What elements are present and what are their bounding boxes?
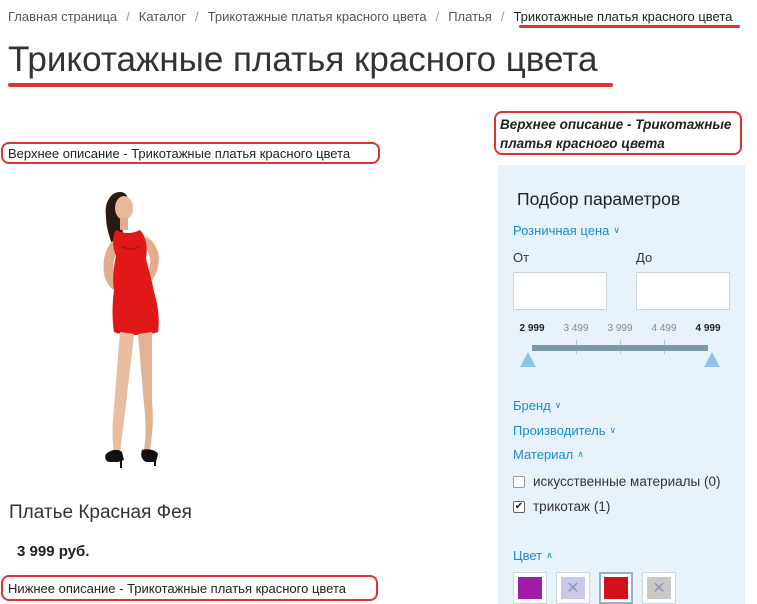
checkbox-checked[interactable]: ✔ bbox=[513, 500, 525, 513]
color-swatch-purple[interactable] bbox=[513, 572, 547, 604]
top-description-left-text: Верхнее описание - Трикотажные платья кр… bbox=[8, 145, 351, 161]
filter-section-label: Производитель bbox=[513, 423, 606, 438]
price-scale-tick: 3 499 bbox=[563, 323, 589, 334]
filter-section-manufacturer[interactable]: Производитель ∨ bbox=[513, 423, 616, 438]
chevron-up-icon: ∧ bbox=[577, 449, 584, 459]
price-from-label: От bbox=[513, 250, 530, 265]
page-title: Трикотажные платья красного цвета bbox=[8, 40, 598, 79]
material-option-label: трикотаж (1) bbox=[533, 499, 611, 514]
filter-section-label: Цвет bbox=[513, 548, 543, 563]
filter-section-brand[interactable]: Бренд ∨ bbox=[513, 398, 561, 413]
price-scale-tick: 4 999 bbox=[695, 323, 721, 334]
breadcrumb-item-home[interactable]: Главная страница bbox=[8, 9, 117, 24]
price-scale: 2 999 3 499 3 999 4 499 4 999 bbox=[498, 323, 745, 337]
chevron-down-icon: ∨ bbox=[554, 400, 562, 410]
breadcrumb-separator: / bbox=[195, 8, 199, 24]
material-option-artificial[interactable]: искусственные материалы (0) bbox=[513, 474, 720, 489]
material-option-knit[interactable]: ✔ трикотаж (1) bbox=[513, 499, 610, 514]
close-icon: ✕ bbox=[561, 577, 585, 599]
color-swatch-lavender-disabled: ✕ bbox=[556, 572, 590, 604]
breadcrumb-item-dresses[interactable]: Платья bbox=[448, 9, 492, 24]
price-slider-track[interactable] bbox=[532, 345, 708, 351]
filter-section-label: Бренд bbox=[513, 398, 551, 413]
product-name[interactable]: Платье Красная Фея bbox=[9, 502, 192, 524]
filter-section-material[interactable]: Материал ∧ bbox=[513, 447, 584, 462]
top-description-left: Верхнее описание - Трикотажные платья кр… bbox=[1, 142, 380, 164]
price-from-input[interactable] bbox=[513, 272, 607, 310]
color-swatch-red-selected[interactable] bbox=[599, 572, 633, 604]
price-scale-tick: 2 999 bbox=[519, 323, 545, 334]
filter-section-color[interactable]: Цвет ∧ bbox=[513, 548, 553, 563]
filter-panel: Подбор параметров Розничная цена ∨ От До… bbox=[498, 165, 745, 604]
price-to-label: До bbox=[636, 250, 653, 265]
price-to-input[interactable] bbox=[636, 272, 730, 310]
price-slider-max-handle[interactable] bbox=[704, 352, 720, 367]
breadcrumb-item-catalog[interactable]: Каталог bbox=[139, 9, 186, 24]
breadcrumb: Главная страница / Каталог / Трикотажные… bbox=[8, 7, 732, 25]
price-scale-tick: 3 999 bbox=[607, 323, 633, 334]
breadcrumb-separator: / bbox=[435, 8, 440, 24]
price-scale-tick: 4 499 bbox=[651, 323, 677, 334]
color-swatch-fill bbox=[604, 577, 628, 599]
color-swatch-fill bbox=[518, 577, 542, 599]
breadcrumb-highlight-underline bbox=[519, 25, 740, 28]
chevron-up-icon: ∧ bbox=[546, 550, 553, 560]
top-description-right-text: Верхнее описание - Трикотажные платья кр… bbox=[500, 117, 732, 151]
top-description-right: Верхнее описание - Трикотажные платья кр… bbox=[494, 111, 742, 155]
filter-section-label: Розничная цена bbox=[513, 223, 610, 238]
product-price: 3 999 руб. bbox=[17, 543, 90, 560]
material-option-label: искусственные материалы (0) bbox=[533, 474, 721, 489]
filter-section-retail-price[interactable]: Розничная цена ∨ bbox=[513, 223, 620, 238]
bottom-description: Нижнее описание - Трикотажные платья кра… bbox=[1, 575, 378, 601]
product-image[interactable] bbox=[62, 186, 202, 471]
checkbox[interactable] bbox=[513, 475, 525, 488]
price-slider-min-handle[interactable] bbox=[520, 352, 536, 367]
chevron-down-icon: ∨ bbox=[609, 425, 617, 435]
title-highlight-underline bbox=[8, 83, 613, 87]
close-icon: ✕ bbox=[647, 577, 671, 599]
color-swatch-gray-disabled: ✕ bbox=[642, 572, 676, 604]
filter-title: Подбор параметров bbox=[517, 189, 681, 209]
chevron-down-icon: ∨ bbox=[613, 225, 620, 235]
breadcrumb-separator: / bbox=[126, 8, 130, 24]
filter-section-label: Материал bbox=[513, 447, 574, 462]
breadcrumb-item-current: Трикотажные платья красного цвета bbox=[513, 8, 733, 24]
bottom-description-text: Нижнее описание - Трикотажные платья кра… bbox=[8, 580, 347, 596]
breadcrumb-separator: / bbox=[500, 8, 505, 24]
breadcrumb-item-red-knit-dresses[interactable]: Трикотажные платья красного цвета bbox=[208, 9, 427, 24]
